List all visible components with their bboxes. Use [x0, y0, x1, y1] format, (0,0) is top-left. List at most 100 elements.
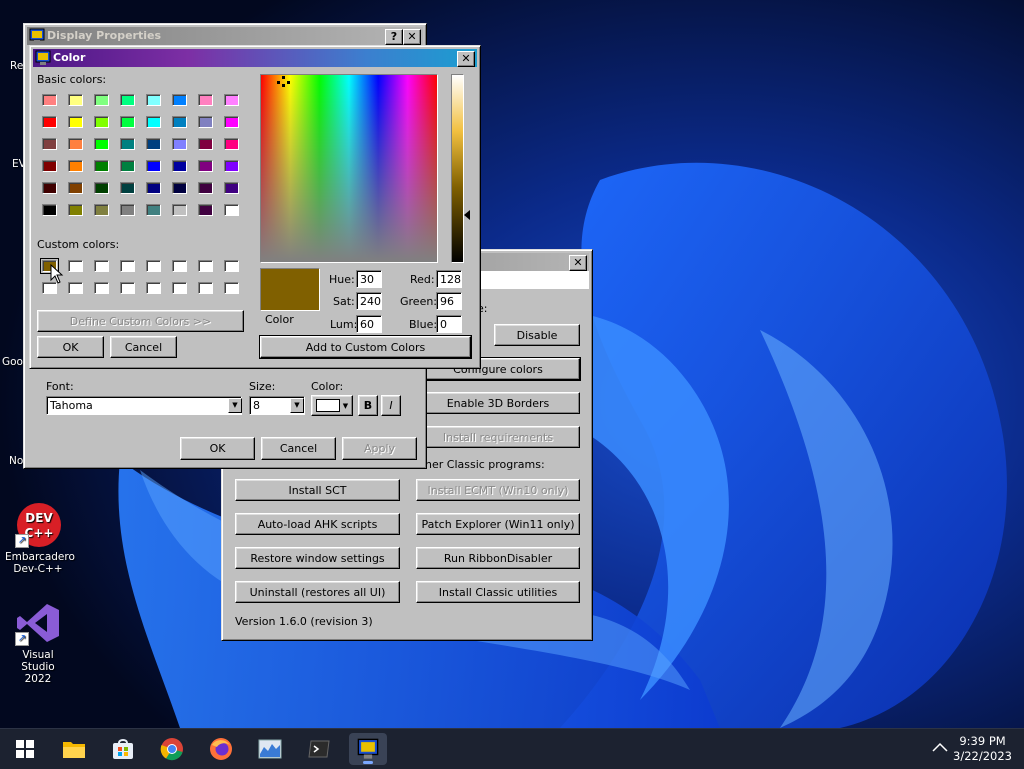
basic-color-swatch[interactable] — [120, 116, 135, 128]
font-select[interactable]: Tahoma — [46, 396, 242, 415]
sat-input[interactable]: 240 — [356, 292, 382, 310]
color-dialog-titlebar[interactable]: Color ✕ — [33, 49, 477, 67]
cancel-button[interactable]: Cancel — [110, 336, 177, 358]
basic-color-swatch[interactable] — [42, 116, 57, 128]
clock[interactable]: 9:39 PM 3/22/2023 — [953, 734, 1012, 764]
basic-color-swatch[interactable] — [172, 182, 187, 194]
basic-color-swatch[interactable] — [146, 138, 161, 150]
custom-color-swatch[interactable] — [120, 282, 135, 294]
basic-color-swatch[interactable] — [120, 160, 135, 172]
basic-color-swatch[interactable] — [198, 204, 213, 216]
desktop-icon-fragment[interactable]: Goo — [2, 356, 23, 368]
font-color-picker[interactable]: ▼ — [311, 395, 353, 416]
basic-color-swatch[interactable] — [94, 138, 109, 150]
restore-window-settings-button[interactable]: Restore window settings — [235, 547, 400, 569]
basic-color-swatch[interactable] — [94, 160, 109, 172]
chevron-down-icon[interactable]: ▼ — [228, 398, 242, 413]
basic-color-swatch[interactable] — [146, 182, 161, 194]
red-input[interactable]: 128 — [436, 270, 462, 288]
basic-color-swatch[interactable] — [42, 94, 57, 106]
custom-color-swatch[interactable] — [198, 282, 213, 294]
basic-color-swatch[interactable] — [172, 160, 187, 172]
basic-color-swatch[interactable] — [224, 160, 239, 172]
custom-color-swatch[interactable] — [68, 282, 83, 294]
basic-color-swatch[interactable] — [172, 94, 187, 106]
basic-color-swatch[interactable] — [224, 94, 239, 106]
ok-button[interactable]: OK — [37, 336, 104, 358]
custom-color-swatch[interactable] — [94, 260, 109, 272]
basic-color-swatch[interactable] — [198, 138, 213, 150]
basic-color-swatch[interactable] — [120, 138, 135, 150]
custom-color-swatch[interactable] — [120, 260, 135, 272]
basic-color-swatch[interactable] — [94, 94, 109, 106]
basic-color-swatch[interactable] — [172, 204, 187, 216]
chevron-down-icon[interactable]: ▼ — [290, 398, 304, 413]
custom-color-swatch[interactable] — [68, 260, 83, 272]
basic-color-swatch[interactable] — [68, 204, 83, 216]
basic-color-swatch[interactable] — [224, 182, 239, 194]
desktop-icon-fragment[interactable]: No — [9, 455, 23, 467]
custom-color-swatch[interactable] — [94, 282, 109, 294]
custom-color-swatch[interactable] — [172, 282, 187, 294]
blue-input[interactable]: 0 — [436, 315, 462, 333]
install-classic-utilities-button[interactable]: Install Classic utilities — [416, 581, 580, 603]
basic-color-swatch[interactable] — [68, 182, 83, 194]
custom-color-swatch[interactable] — [224, 260, 239, 272]
custom-color-swatch[interactable] — [198, 260, 213, 272]
basic-color-swatch[interactable] — [146, 204, 161, 216]
basic-color-swatch[interactable] — [94, 204, 109, 216]
chevron-up-icon[interactable] — [932, 741, 948, 756]
install-ecmt-button[interactable]: Install ECMT (Win10 only) — [416, 479, 580, 501]
custom-color-swatch[interactable] — [146, 260, 161, 272]
enable-3d-borders-button[interactable]: Enable 3D Borders — [416, 392, 580, 414]
luminance-slider[interactable] — [451, 74, 464, 263]
define-custom-colors-button[interactable]: Define Custom Colors >> — [37, 310, 244, 332]
autoload-ahk-button[interactable]: Auto-load AHK scripts — [235, 513, 400, 535]
basic-color-swatch[interactable] — [120, 94, 135, 106]
taskbar-terminal[interactable] — [300, 733, 338, 765]
close-button[interactable]: ✕ — [403, 29, 421, 45]
taskbar-display-properties[interactable] — [349, 733, 387, 765]
green-input[interactable]: 96 — [436, 292, 462, 310]
install-sct-button[interactable]: Install SCT — [235, 479, 400, 501]
basic-color-swatch[interactable] — [120, 204, 135, 216]
patch-explorer-button[interactable]: Patch Explorer (Win11 only) — [416, 513, 580, 535]
basic-color-swatch[interactable] — [198, 94, 213, 106]
basic-color-swatch[interactable] — [198, 182, 213, 194]
run-ribbon-disabler-button[interactable]: Run RibbonDisabler — [416, 547, 580, 569]
bold-button[interactable]: B — [358, 395, 378, 416]
basic-color-swatch[interactable] — [146, 94, 161, 106]
apply-button[interactable]: Apply — [342, 437, 417, 460]
close-button[interactable]: ✕ — [569, 255, 587, 271]
basic-color-swatch[interactable] — [42, 204, 57, 216]
custom-color-swatch[interactable] — [146, 282, 161, 294]
color-spectrum[interactable] — [260, 74, 438, 263]
taskbar-file-explorer[interactable] — [55, 733, 93, 765]
basic-color-swatch[interactable] — [68, 160, 83, 172]
italic-button[interactable]: I — [381, 395, 401, 416]
display-properties-titlebar[interactable]: Display Properties ? ✕ — [27, 27, 423, 45]
basic-color-swatch[interactable] — [68, 116, 83, 128]
hue-input[interactable]: 30 — [356, 270, 382, 288]
ok-button[interactable]: OK — [180, 437, 255, 460]
desktop-icon-visual-studio[interactable]: ↗ Visual Studio 2022 — [5, 600, 71, 685]
basic-color-swatch[interactable] — [120, 182, 135, 194]
basic-color-swatch[interactable] — [42, 138, 57, 150]
uninstall-button[interactable]: Uninstall (restores all UI) — [235, 581, 400, 603]
help-button[interactable]: ? — [385, 29, 403, 45]
lum-input[interactable]: 60 — [356, 315, 382, 333]
basic-color-swatch[interactable] — [198, 160, 213, 172]
basic-color-swatch[interactable] — [146, 116, 161, 128]
basic-color-swatch[interactable] — [42, 182, 57, 194]
taskbar-firefox[interactable] — [202, 733, 240, 765]
disable-button[interactable]: Disable — [494, 324, 580, 346]
taskbar-task-manager[interactable] — [251, 733, 289, 765]
desktop-icon-fragment[interactable]: Re — [10, 60, 23, 72]
desktop-icon-devcpp[interactable]: DEV C++ ↗ Embarcadero Dev-C++ — [5, 502, 75, 575]
add-to-custom-colors-button[interactable]: Add to Custom Colors — [259, 335, 472, 359]
cancel-button[interactable]: Cancel — [261, 437, 336, 460]
luminance-pointer-icon[interactable] — [464, 210, 470, 220]
basic-color-swatch[interactable] — [94, 116, 109, 128]
custom-color-swatch[interactable] — [172, 260, 187, 272]
basic-color-swatch[interactable] — [146, 160, 161, 172]
